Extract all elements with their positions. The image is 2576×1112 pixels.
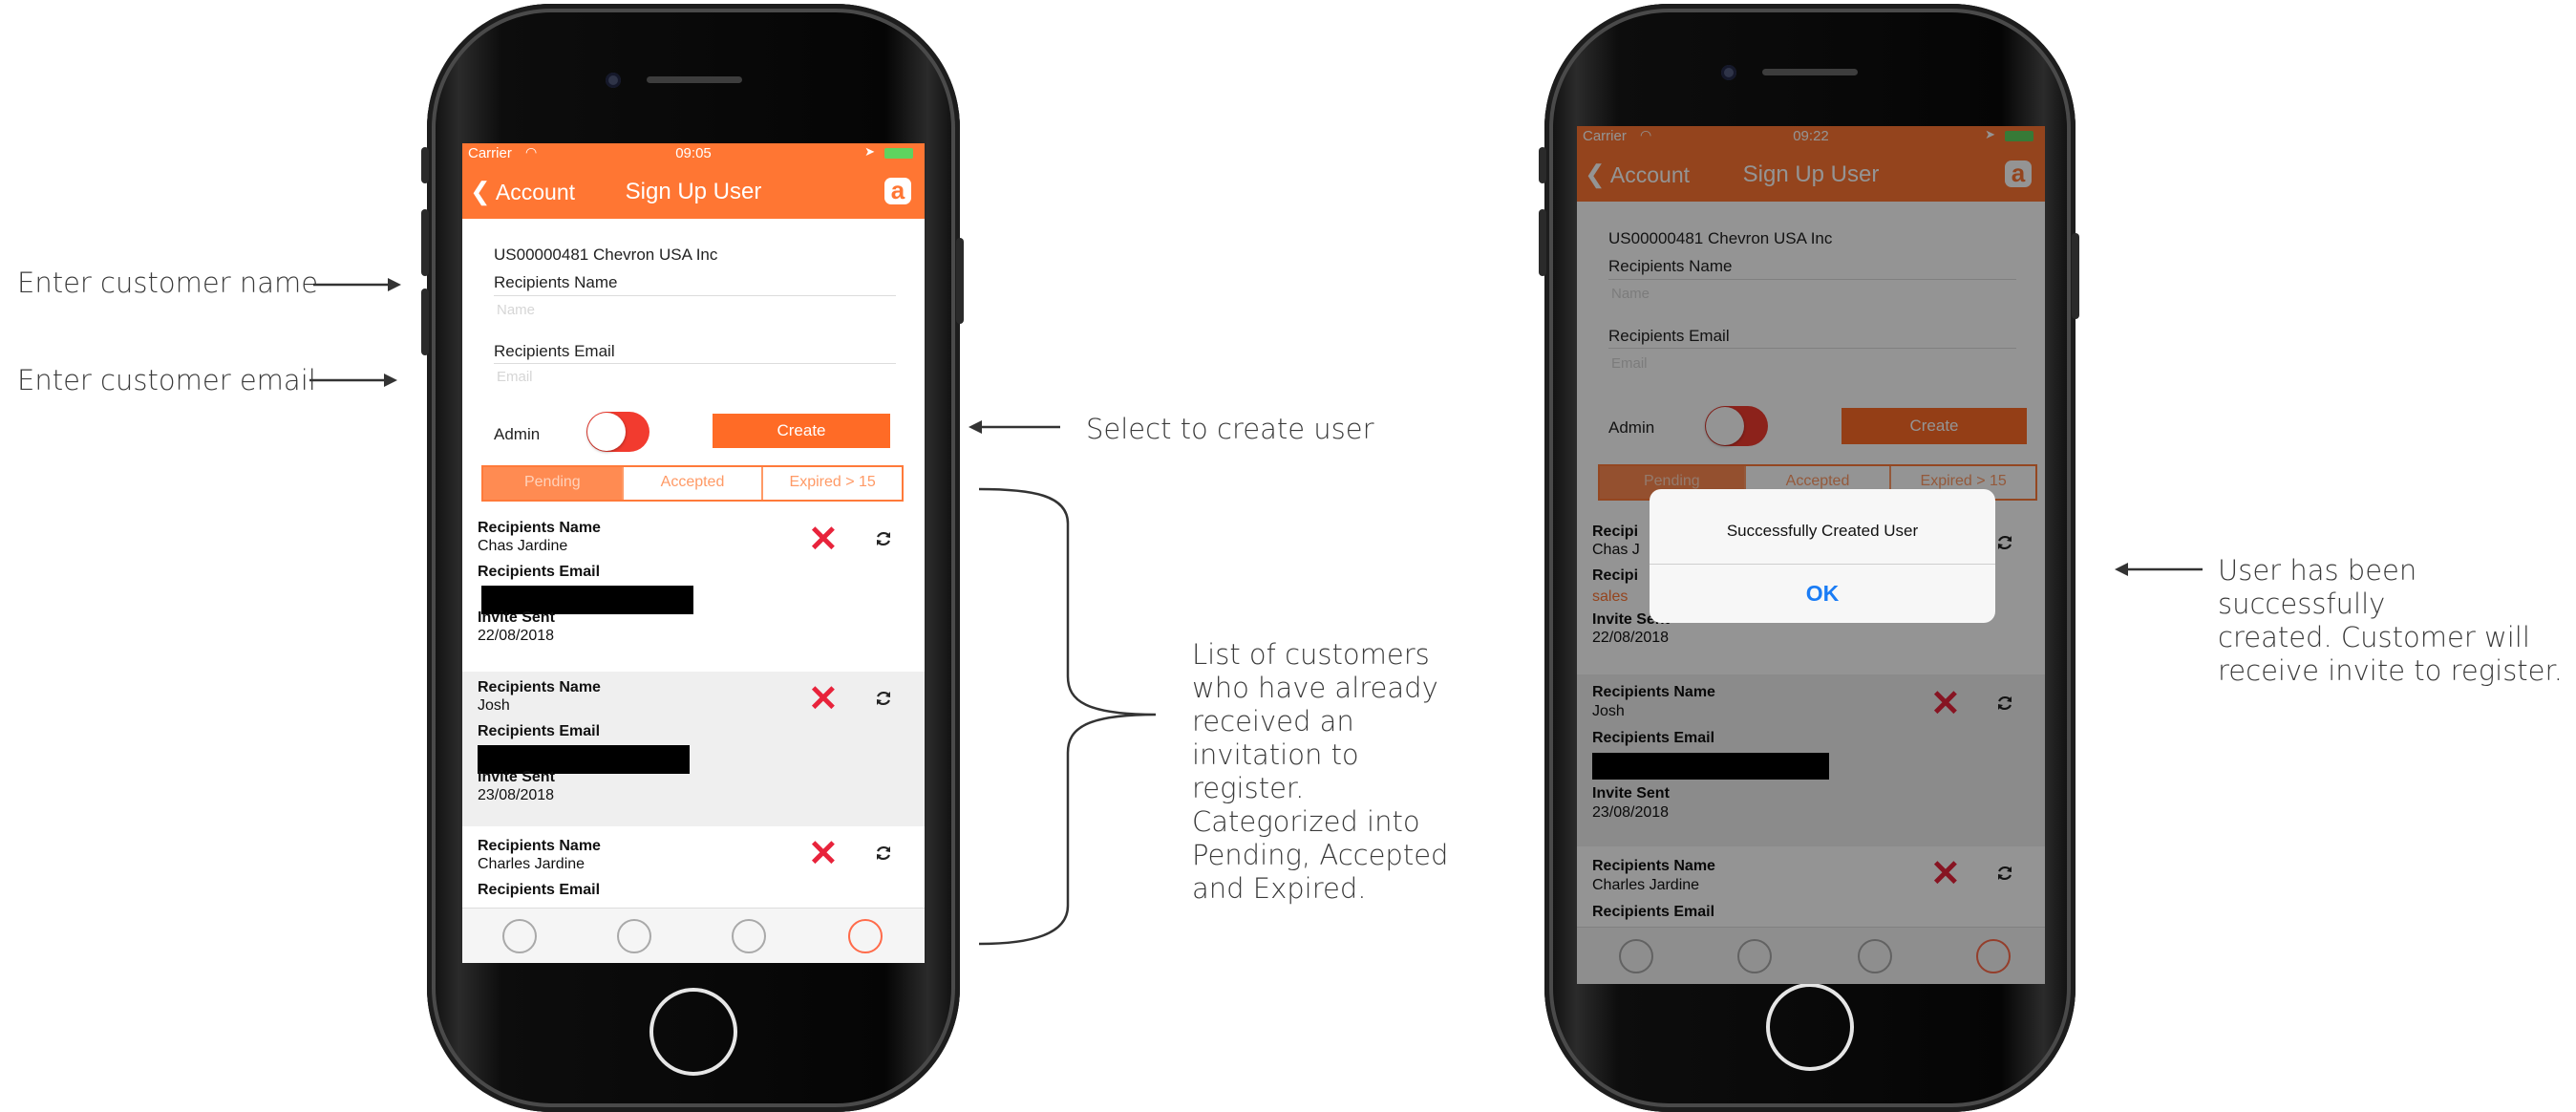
arrow-left-icon: [2115, 563, 2203, 576]
volume-button: [421, 289, 429, 355]
volume-button: [1539, 147, 1546, 183]
invite-sent-date: 22/08/2018: [478, 628, 555, 644]
tab-messages-icon[interactable]: [502, 919, 537, 953]
recipient-name-label: Recipients Name: [478, 838, 601, 854]
phone-left: Carrier ◠ 09:05 ➤ ❮ Account Sign Up User…: [421, 4, 964, 1112]
list-item[interactable]: Recipients Name Charles Jardine Recipien…: [462, 830, 925, 907]
status-bar: Carrier ◠ 09:05 ➤: [462, 143, 925, 164]
delete-icon[interactable]: ✕: [808, 836, 839, 872]
recipient-email-label: Recipients Email: [478, 882, 601, 898]
email-label: Recipients Email: [494, 342, 615, 360]
tab-expired[interactable]: Expired > 15: [763, 467, 902, 500]
status-tabs: Pending Accepted Expired > 15: [481, 465, 904, 502]
refresh-icon[interactable]: [874, 689, 893, 708]
invite-sent-label: Invite Sent: [478, 769, 555, 785]
alert-divider: [1650, 564, 1995, 565]
ok-button[interactable]: OK: [1650, 581, 1995, 607]
arrow-left-icon: [969, 420, 1060, 434]
app-logo: a: [884, 178, 911, 204]
annotation-success-description: User has been successfully created. Cust…: [2218, 554, 2563, 687]
recipient-email-label: Recipients Email: [478, 723, 601, 739]
recipient-email-label: Recipients Email: [478, 564, 601, 580]
success-alert: Successfully Created User OK: [1650, 489, 1995, 623]
annotation-select-create: Select to create user: [1086, 413, 1374, 445]
page-title: Sign Up User: [625, 179, 762, 204]
volume-button: [1539, 209, 1546, 276]
create-button[interactable]: Create: [713, 414, 890, 448]
tab-bar: [462, 908, 925, 963]
power-button: [2072, 233, 2079, 319]
annotation-enter-email: Enter customer email: [17, 364, 316, 396]
account-label: US00000481 Chevron USA Inc: [494, 246, 718, 264]
tab-notifications-icon[interactable]: [617, 919, 651, 953]
divider: [494, 363, 896, 364]
screen: Carrier ◠ 09:05 ➤ ❮ Account Sign Up User…: [462, 143, 925, 963]
alert-message: Successfully Created User: [1726, 522, 1919, 540]
status-time: 09:05: [675, 145, 712, 161]
list-item[interactable]: Recipients Name Chas Jardine Recipients …: [462, 512, 925, 667]
refresh-icon[interactable]: [874, 844, 893, 863]
divider: [494, 295, 896, 296]
delete-icon[interactable]: ✕: [808, 522, 839, 558]
home-button[interactable]: [1766, 983, 1854, 1071]
arrow-right-icon: [313, 278, 401, 291]
brace-icon: [978, 487, 1157, 946]
name-input[interactable]: Name: [497, 302, 879, 325]
volume-button: [421, 209, 429, 276]
invite-sent-date: 23/08/2018: [478, 787, 555, 803]
speaker-grille: [1762, 69, 1858, 75]
invite-sent-label: Invite Sent: [478, 609, 555, 626]
tab-account-icon[interactable]: [848, 919, 883, 953]
volume-button: [421, 147, 429, 183]
recipient-name-label: Recipients Name: [478, 679, 601, 695]
power-button: [956, 238, 964, 324]
refresh-icon[interactable]: [874, 529, 893, 548]
phone-right: Carrier ◠ 09:22 ➤ ❮ Account Sign Up User…: [1539, 4, 2079, 1112]
tab-support-icon[interactable]: [732, 919, 766, 953]
recipient-name: Charles Jardine: [478, 856, 585, 872]
list-item[interactable]: Recipients Name Josh Recipients Email In…: [462, 672, 925, 826]
home-button[interactable]: [649, 988, 737, 1076]
name-label: Recipients Name: [494, 273, 618, 291]
recipient-name: Chas Jardine: [478, 538, 568, 554]
annotation-enter-name: Enter customer name: [17, 267, 319, 299]
admin-toggle[interactable]: [586, 412, 649, 452]
delete-icon[interactable]: ✕: [808, 681, 839, 717]
camera-icon: [1721, 65, 1736, 80]
nav-bar: ❮ Account Sign Up User a: [462, 164, 925, 219]
speaker-grille: [647, 76, 742, 83]
email-input[interactable]: Email: [497, 369, 879, 392]
tab-pending[interactable]: Pending: [483, 467, 624, 500]
toggle-knob: [587, 413, 626, 451]
location-icon: ➤: [864, 144, 875, 159]
recipient-name: Josh: [478, 697, 510, 714]
recipient-name-label: Recipients Name: [478, 520, 601, 536]
admin-label: Admin: [494, 425, 541, 443]
battery-icon: [884, 148, 913, 159]
annotation-list-description: List of customers who have already recei…: [1192, 638, 1449, 905]
screen: Carrier ◠ 09:22 ➤ ❮ Account Sign Up User…: [1577, 126, 2045, 984]
camera-icon: [606, 73, 621, 88]
arrow-right-icon: [309, 374, 397, 387]
tab-accepted[interactable]: Accepted: [624, 467, 764, 500]
